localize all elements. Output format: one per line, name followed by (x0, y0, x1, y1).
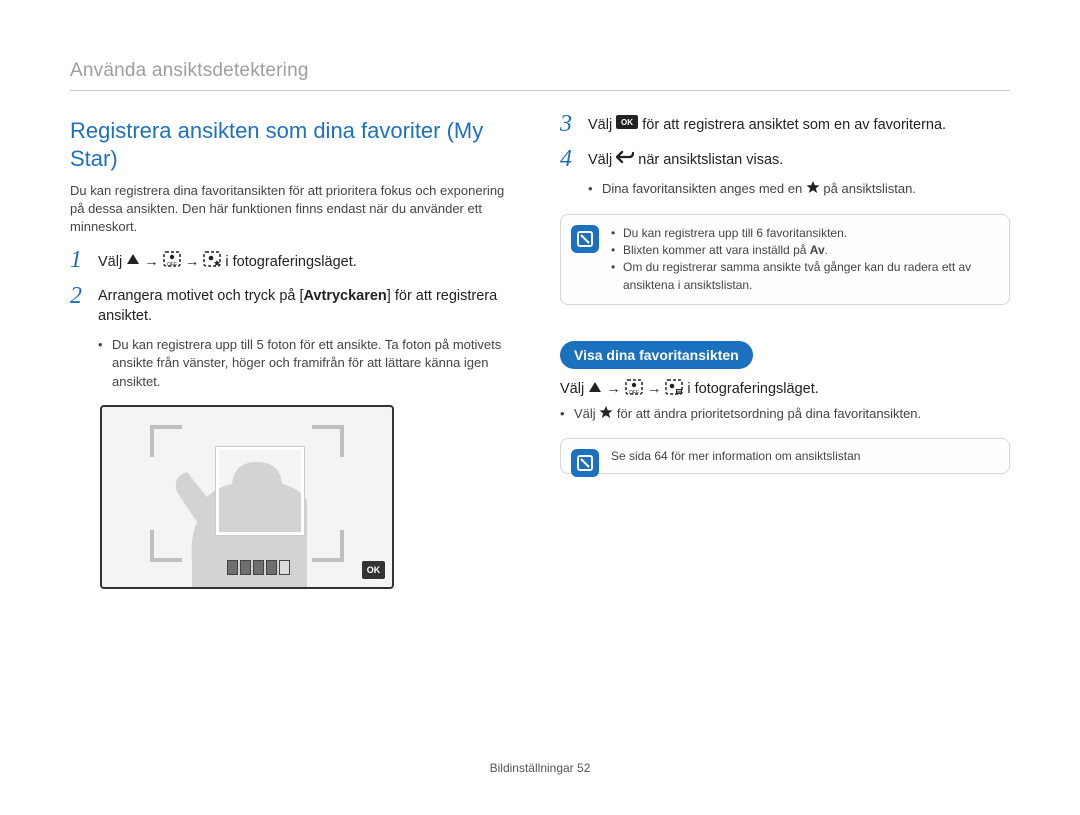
svg-text:OFF: OFF (629, 390, 639, 395)
frame-corner-icon (312, 530, 344, 562)
face-detect-off-icon: OFF (163, 251, 181, 274)
tip-1-line-1: Du kan registrera upp till 6 favoritansi… (611, 225, 997, 242)
tip-box-2: Se sida 64 för mer information om ansikt… (560, 438, 1010, 474)
step-number: 4 (560, 146, 572, 173)
step-3: 3 Välj OK för att registrera ansiktet so… (560, 115, 1010, 136)
up-triangle-icon (588, 381, 602, 397)
svg-text:OFF: OFF (167, 262, 177, 267)
page-footer: Bildinställningar 52 (0, 761, 1080, 775)
info-icon (571, 449, 599, 477)
step-3-text: Välj OK för att registrera ansiktet som … (588, 117, 946, 133)
step-2-subnotes: Du kan registrera upp till 5 foton för e… (70, 336, 520, 391)
frame-corner-icon (150, 425, 182, 457)
step-2: 2 Arrangera motivet och tryck på [Avtryc… (70, 287, 520, 326)
step-number: 2 (70, 283, 82, 310)
page-number: 52 (577, 761, 590, 775)
subsection-heading: Visa dina favoritansikten (560, 341, 753, 369)
step-4: 4 Välj när ansiktslistan visas. (560, 150, 1010, 171)
tip-2-text: Se sida 64 för mer information om ansikt… (611, 449, 997, 463)
ok-badge-icon: OK (362, 561, 385, 579)
step-number: 3 (560, 111, 572, 138)
step-2-text: Arrangera motivet och tryck på [Avtrycka… (98, 288, 497, 324)
tip-box-1: Du kan registrera upp till 6 favoritansi… (560, 214, 1010, 306)
step-4-bullet: Dina favoritansikten anges med en på ans… (588, 180, 1010, 199)
priority-bullet: Välj för att ändra prioritetsordning på … (560, 405, 1010, 424)
intro-text: Du kan registrera dina favoritansikten f… (70, 182, 520, 237)
main-title: Registrera ansikten som dina favoriter (… (70, 117, 520, 172)
face-detect-off-icon: OFF (625, 379, 643, 399)
star-icon (599, 405, 613, 424)
frame-corner-icon (312, 425, 344, 457)
step-4-text: Välj när ansiktslistan visas. (588, 152, 783, 168)
tip-1-line-3: Om du registrerar samma ansikte två gång… (611, 259, 997, 294)
svg-text:OK: OK (621, 118, 633, 127)
star-icon (806, 180, 820, 199)
step-number: 1 (70, 247, 82, 274)
face-frame-icon (216, 447, 304, 535)
my-star-register-icon (203, 251, 221, 274)
capture-progress-indicator (227, 560, 290, 575)
up-triangle-icon (126, 252, 140, 272)
step-1-text: Välj → OFF → i fotograferingsläget. (98, 254, 357, 270)
step-4-subnotes: Dina favoritansikten anges med en på ans… (560, 180, 1010, 199)
info-icon (571, 225, 599, 253)
view-favorites-line: Välj → OFF → i fotograferingsläget. (560, 379, 1010, 399)
left-column: Registrera ansikten som dina favoriter (… (70, 115, 520, 589)
right-column: 3 Välj OK för att registrera ansiktet so… (560, 115, 1010, 589)
back-arrow-icon (616, 150, 634, 171)
page-root: Använda ansiktsdetektering Registrera an… (0, 0, 1080, 629)
step-2-bullet: Du kan registrera upp till 5 foton för e… (98, 336, 520, 391)
frame-corner-icon (150, 530, 182, 562)
footer-label: Bildinställningar (490, 761, 574, 775)
step-1: 1 Välj → OFF → i fotograferingsläget. (70, 251, 520, 274)
ok-button-icon: OK (616, 115, 638, 136)
tip-1-line-2: Blixten kommer att vara inställd på Av. (611, 242, 997, 259)
face-registration-illustration: OK (100, 405, 394, 589)
face-list-icon (665, 379, 683, 399)
section-heading: Använda ansiktsdetektering (70, 60, 1010, 91)
content-columns: Registrera ansikten som dina favoriter (… (70, 115, 1010, 589)
